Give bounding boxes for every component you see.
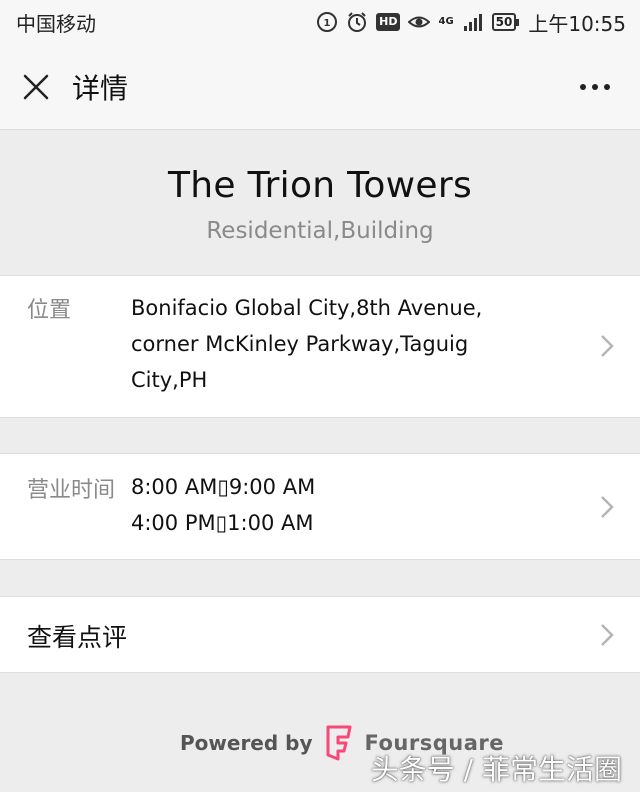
network-type: 4G	[438, 16, 454, 27]
location-label: 位置	[27, 298, 72, 323]
chevron-right-icon	[601, 335, 614, 357]
powered-by-text: Powered by	[180, 731, 313, 755]
hours-line: 8:00 AM▯9:00 AM	[131, 475, 316, 499]
reviews-row[interactable]: 查看点评	[0, 596, 640, 673]
nav-bar: 详情	[0, 44, 640, 130]
hd-call-icon: 1	[317, 12, 338, 32]
chevron-right-icon	[601, 496, 614, 518]
place-header: The Trion Towers Residential,Building	[0, 131, 640, 275]
clock: 上午10:55	[528, 11, 626, 36]
more-dot	[580, 83, 586, 90]
watermark: 头条号 / 菲常生活圈	[370, 753, 622, 786]
more-button[interactable]	[580, 83, 610, 90]
location-address: Bonifacio Global City,8th Avenue, corner…	[131, 290, 531, 398]
address-line: Bonifacio Global City,8th Avenue,	[131, 296, 483, 320]
status-icons: 1 HD 4G 50 上午10:55	[316, 8, 626, 37]
more-dot	[604, 83, 610, 90]
place-category: Residential,Building	[206, 218, 434, 244]
status-bar: 中国移动 1 HD 4G 50 上午10:55	[0, 0, 640, 44]
hours-value: 8:00 AM▯9:00 AM 4:00 PM▯1:00 AM	[131, 469, 531, 541]
foursquare-logo-icon	[326, 725, 351, 761]
eye-icon	[408, 16, 431, 28]
address-line: corner McKinley Parkway,Taguig	[131, 332, 469, 356]
more-dot	[592, 83, 598, 90]
address-line: City,PH	[131, 368, 208, 392]
location-row[interactable]: 位置 Bonifacio Global City,8th Avenue, cor…	[0, 275, 640, 418]
hours-line: 4:00 PM▯1:00 AM	[131, 511, 314, 535]
chevron-right-icon	[601, 624, 614, 646]
hours-row[interactable]: 营业时间 8:00 AM▯9:00 AM 4:00 PM▯1:00 AM	[0, 453, 640, 560]
nav-left: 详情	[22, 67, 128, 107]
close-icon[interactable]	[22, 73, 50, 101]
reviews-label: 查看点评	[27, 623, 128, 652]
place-name: The Trion Towers	[167, 165, 473, 206]
carrier-name: 中国移动	[16, 11, 96, 36]
battery-icon: 50	[491, 13, 520, 31]
svg-text:1: 1	[324, 18, 331, 29]
hours-label: 营业时间	[27, 478, 116, 503]
page-title: 详情	[72, 71, 129, 105]
hd-badge: HD	[376, 13, 401, 31]
battery-level: 50	[495, 15, 513, 29]
signal-icon	[463, 14, 482, 31]
alarm-icon	[348, 12, 367, 32]
